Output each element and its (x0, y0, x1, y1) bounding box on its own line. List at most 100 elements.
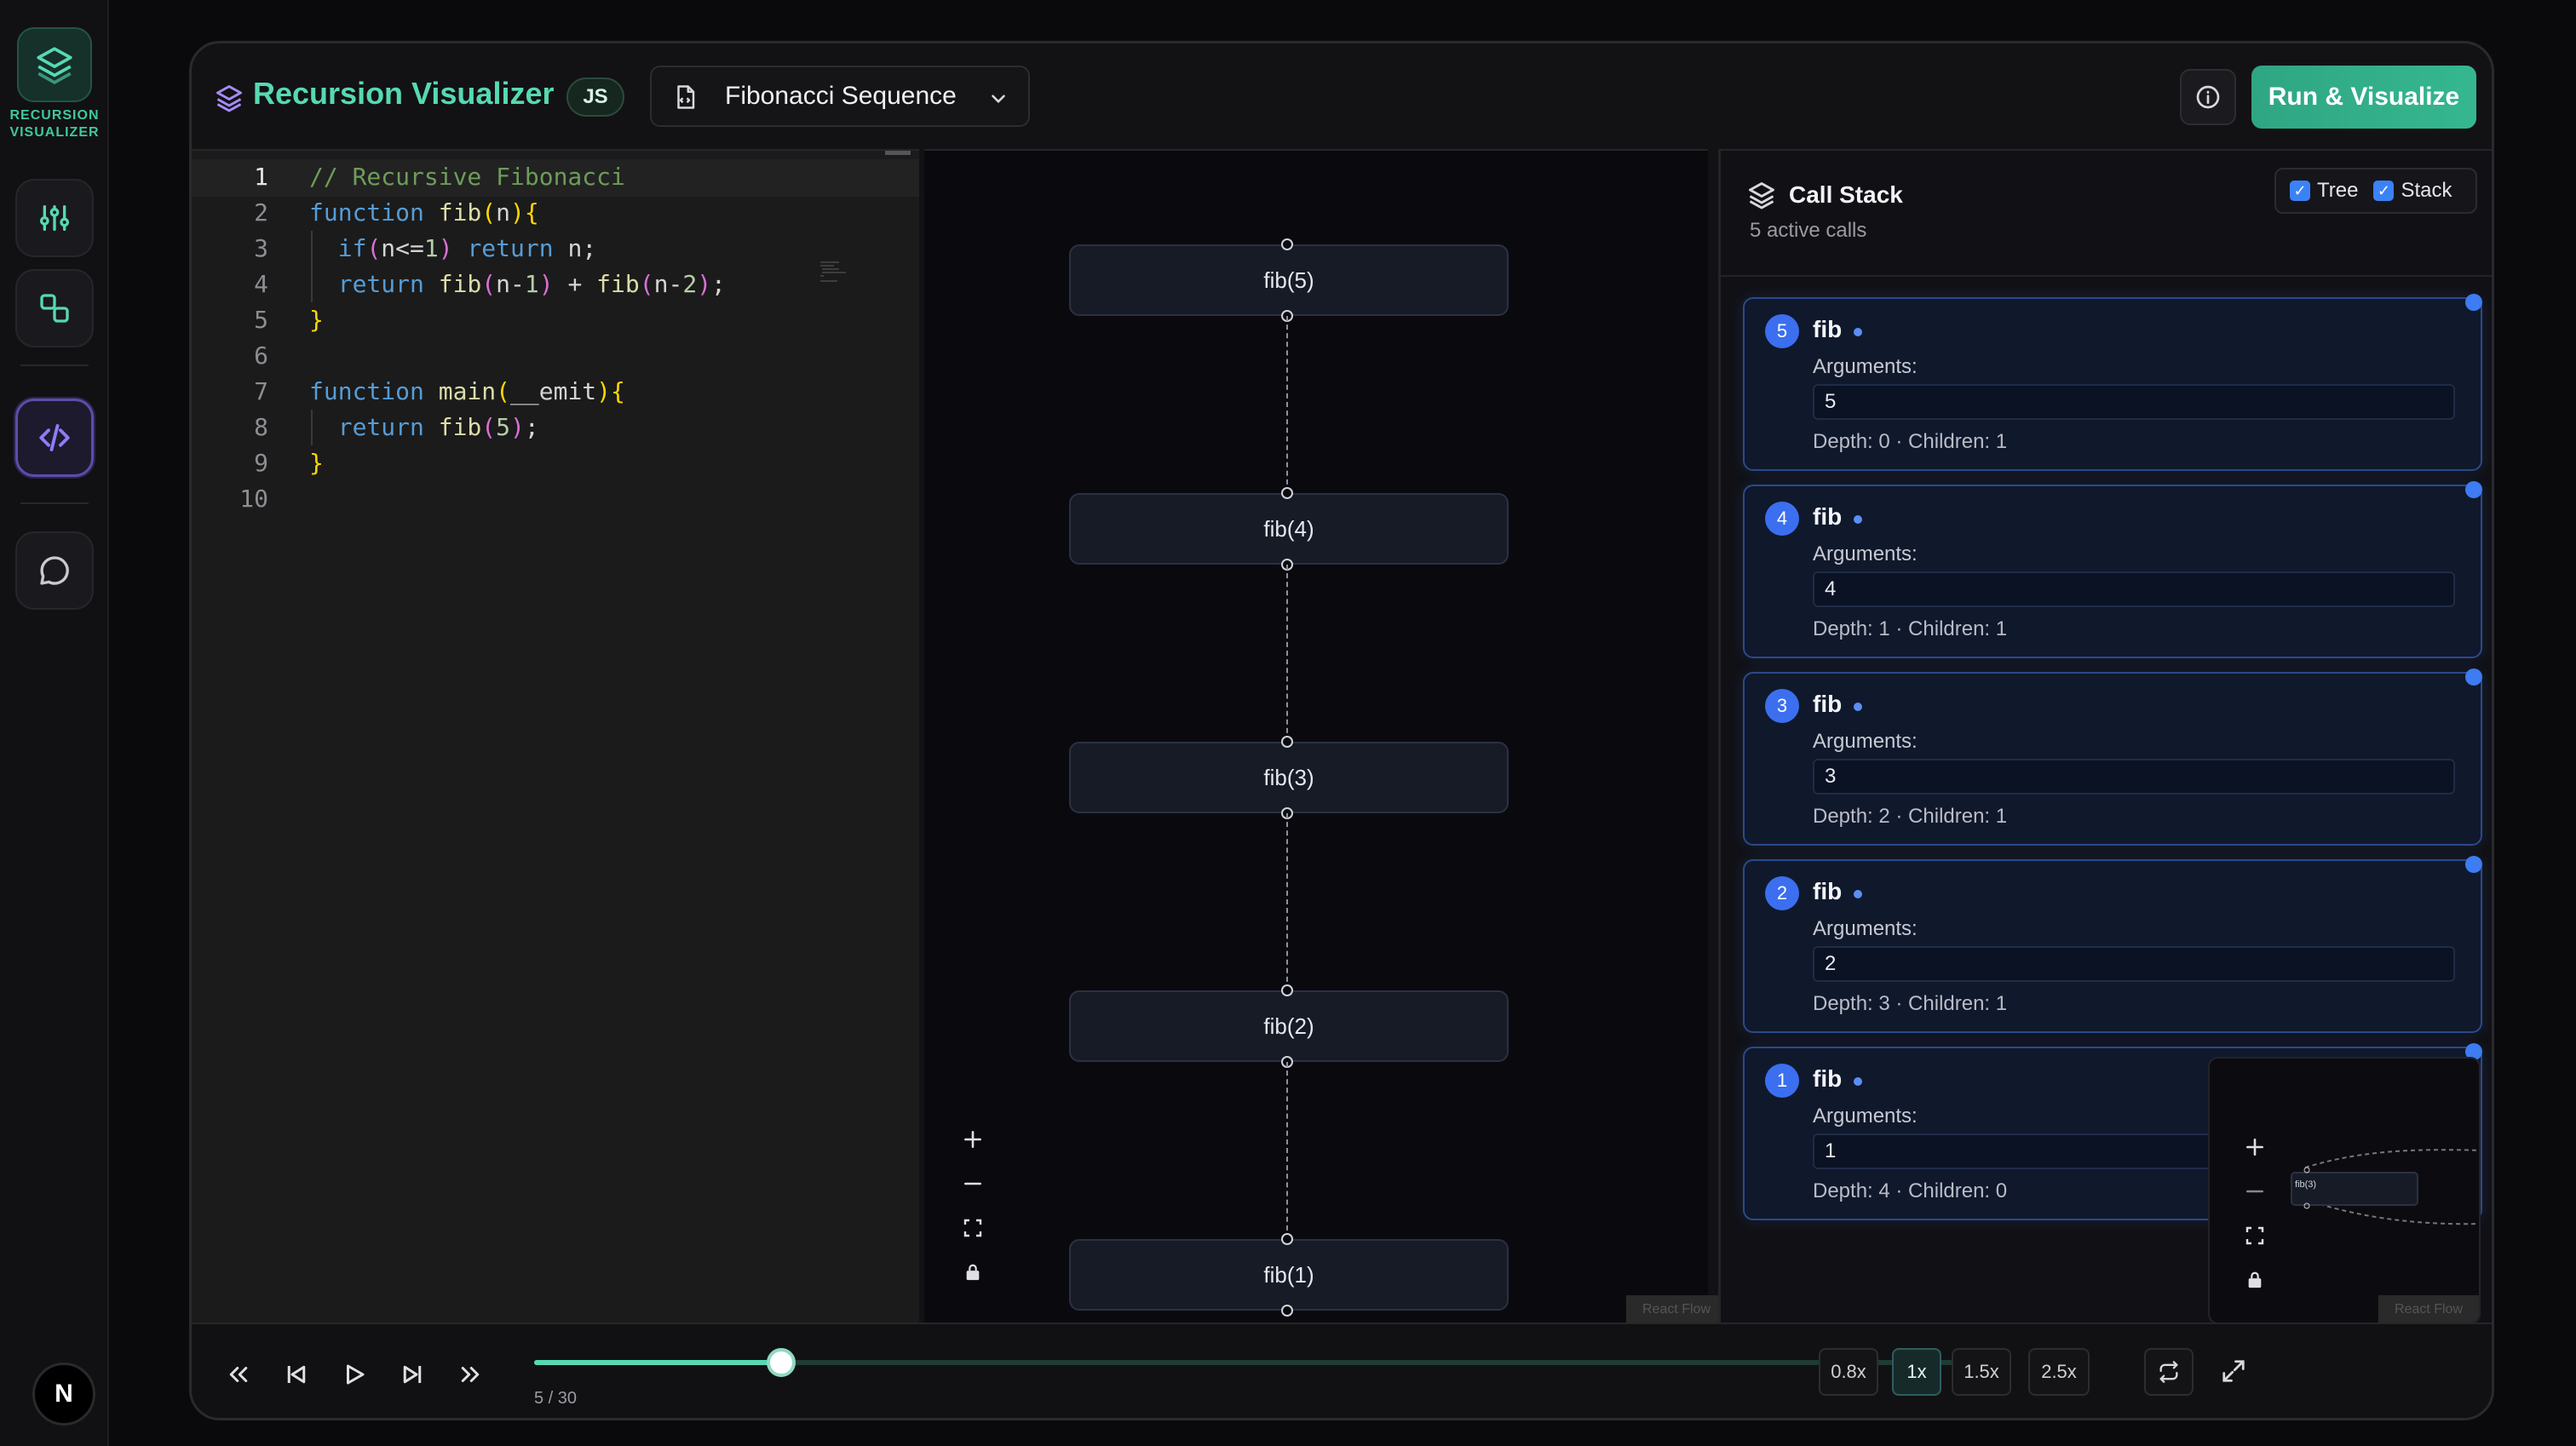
fullscreen-button[interactable] (2212, 1350, 2255, 1392)
depth-badge: 1 (1765, 1064, 1799, 1098)
tree-node[interactable]: fib(3) (1069, 742, 1509, 813)
line-number: 10 (239, 485, 268, 513)
chat-icon (40, 556, 69, 585)
rail-code-button[interactable] (15, 399, 94, 477)
code-line[interactable]: 2 function fib(n){ (192, 195, 919, 231)
depth-badge: 5 (1765, 314, 1799, 348)
minimap-lock-button[interactable] (2232, 1260, 2278, 1300)
step-forward-button[interactable] (391, 1353, 434, 1396)
speed-option[interactable]: 1x (1892, 1348, 1941, 1396)
frame-meta: Depth: 4 · Children: 0 (1813, 1179, 2008, 1202)
minimap-attribution[interactable]: React Flow (2378, 1295, 2479, 1323)
code-token: ) (538, 270, 554, 298)
zoom-in-button[interactable] (950, 1118, 996, 1161)
panel-divider (1721, 275, 2492, 277)
editor-minimap (820, 261, 846, 282)
frame-handle[interactable] (2465, 481, 2482, 498)
minimap-zoom-out-button[interactable] (2232, 1171, 2278, 1212)
react-flow-attribution[interactable]: React Flow (1626, 1295, 1727, 1324)
rail-shapes-button[interactable] (15, 269, 94, 347)
tree-edge (1286, 565, 1288, 742)
progress-thumb[interactable] (767, 1348, 796, 1377)
depth-badge: 3 (1765, 689, 1799, 723)
frame-meta: Depth: 3 · Children: 1 (1813, 992, 2008, 1015)
info-button[interactable] (2180, 69, 2236, 125)
function-name: fib (1813, 1065, 1843, 1092)
code-editor[interactable]: 1// Recursive Fibonacci 2 function fib(n){… (192, 149, 919, 1323)
fit-view-button[interactable] (950, 1207, 996, 1249)
page-title: Recursion Visualizer (253, 76, 555, 111)
code-line[interactable]: 5} (192, 302, 919, 338)
argument-value: 4 (1813, 571, 2455, 607)
speed-option[interactable]: 0.8x (1819, 1348, 1878, 1396)
node-handle[interactable] (1281, 984, 1293, 996)
plus-icon (2246, 1139, 2263, 1156)
stack-checkbox[interactable]: ✓ (2373, 181, 2395, 201)
speed-option[interactable]: 1.5x (1952, 1348, 2011, 1396)
code-token: n- (496, 270, 525, 298)
frame-handle[interactable] (2465, 856, 2482, 873)
node-handle[interactable] (1281, 238, 1293, 250)
code-token: } (309, 449, 324, 477)
code-line[interactable]: 4 return fib(n-1) + fib(n-2); (192, 267, 919, 302)
tree-node[interactable]: fib(4) (1069, 493, 1509, 565)
play-icon (347, 1364, 365, 1385)
play-button[interactable] (333, 1353, 376, 1396)
line-code: return fib(n-1) + fib(n-2); (309, 267, 726, 302)
tree-node[interactable]: fib(1) (1069, 1239, 1509, 1311)
chevron-down-icon (992, 95, 1005, 104)
zoom-out-button[interactable] (950, 1162, 996, 1205)
recursion-tree-canvas[interactable]: fib(5) fib(4) fib(3) fib(2) fib(1) React Flo… (924, 149, 1727, 1324)
line-number: 3 (254, 234, 268, 262)
repeat-button[interactable] (2144, 1348, 2194, 1396)
avatar[interactable]: N (32, 1363, 95, 1426)
minimap-zoom-in-button[interactable] (2232, 1127, 2278, 1168)
code-line[interactable]: 3 if(n<=1) return n; (192, 231, 919, 267)
code-token: ( (481, 270, 497, 298)
frame-handle[interactable] (2465, 668, 2482, 686)
code-line[interactable]: 10 (192, 481, 919, 517)
active-dot (1854, 1077, 1862, 1086)
node-handle[interactable] (1281, 1233, 1293, 1245)
code-token: + (553, 270, 597, 298)
code-token: 5 (496, 413, 511, 441)
playback-bar: 5 / 30 0.8x 1x 1.5x 2.5x (192, 1323, 2492, 1418)
rewind-button[interactable] (217, 1353, 260, 1396)
node-handle[interactable] (1281, 1305, 1293, 1317)
minimap-fit-view-button[interactable] (2232, 1215, 2278, 1256)
node-handle[interactable] (1281, 736, 1293, 748)
code-line[interactable]: 8 return fib(5); (192, 410, 919, 445)
tree-checkbox[interactable]: ✓ (2290, 181, 2310, 201)
line-code: } (309, 302, 324, 338)
code-token: n (496, 198, 511, 227)
depth-badge: 2 (1765, 876, 1799, 910)
speed-option[interactable]: 2.5x (2028, 1348, 2090, 1396)
app-logo[interactable] (17, 27, 92, 102)
stack-frame-card[interactable]: 3 fib Arguments: 3 Depth: 2 · Children: 1 (1743, 668, 2482, 846)
tree-node[interactable]: fib(2) (1069, 990, 1509, 1062)
rail-tune-button[interactable] (15, 179, 94, 257)
tree-node[interactable]: fib(5) (1069, 244, 1509, 316)
arguments-label: Arguments: (1813, 917, 1918, 940)
indent-guide (311, 410, 313, 445)
stack-frame-card[interactable]: 5 fib Arguments: 5 Depth: 0 · Children: 1 (1743, 294, 2482, 471)
fast-forward-button[interactable] (449, 1353, 492, 1396)
code-token: return (309, 270, 439, 298)
stack-frame-card[interactable]: 4 fib Arguments: 4 Depth: 1 · Children: 1 (1743, 481, 2482, 658)
run-visualize-button[interactable]: Run & Visualize (2251, 66, 2476, 129)
step-back-button[interactable] (275, 1353, 318, 1396)
frame-handle[interactable] (2465, 294, 2482, 311)
rail-chat-button[interactable] (15, 531, 94, 610)
code-line[interactable]: 7 function main(__emit){ (192, 374, 919, 410)
lock-button[interactable] (950, 1251, 996, 1294)
code-line[interactable]: 6 (192, 338, 919, 374)
rail-divider (20, 364, 89, 366)
code-line[interactable]: 9} (192, 445, 919, 481)
code-token: ) (596, 377, 612, 405)
editor-scrollbar[interactable] (885, 151, 911, 155)
example-select[interactable]: Fibonacci Sequence (650, 66, 1030, 127)
node-handle[interactable] (1281, 487, 1293, 499)
stack-frame-card[interactable]: 2 fib Arguments: 2 Depth: 3 · Children: 1 (1743, 856, 2482, 1033)
code-token: fib (438, 198, 482, 227)
minimap-panel[interactable]: fib(3) React Flow (2208, 1057, 2481, 1324)
